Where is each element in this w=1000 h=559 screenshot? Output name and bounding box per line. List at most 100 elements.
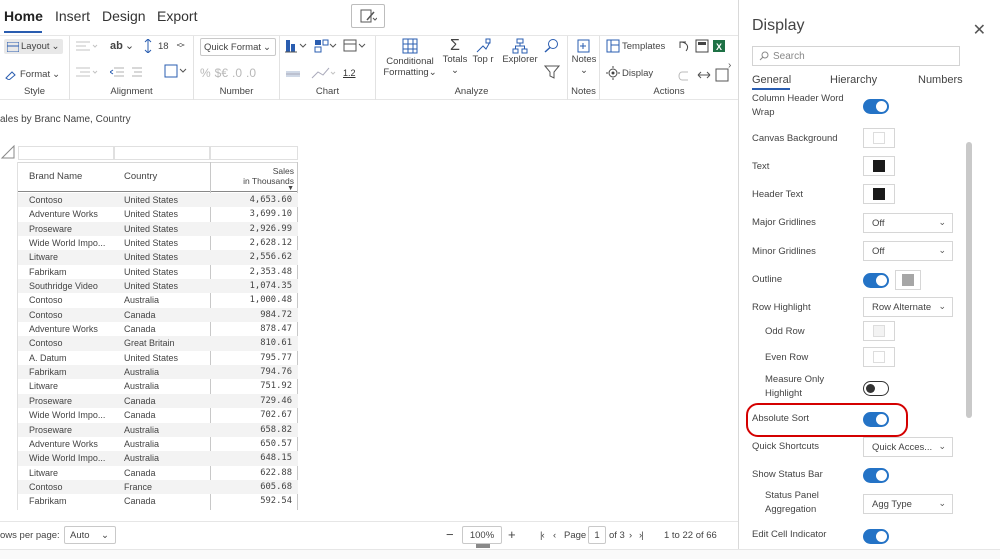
bottom-strip bbox=[0, 549, 1000, 559]
align-vertical-button[interactable] bbox=[76, 66, 98, 78]
dropdown-quick-shortcuts[interactable]: Quick Acces... ⌄ bbox=[863, 437, 953, 457]
explorer-button[interactable]: Explorer bbox=[502, 38, 538, 65]
last-page-icon[interactable]: ›| bbox=[639, 530, 644, 541]
table-row[interactable]: Wide World Impo... Australia 648.15 bbox=[18, 451, 298, 466]
top-n-button[interactable]: Top r bbox=[472, 38, 494, 65]
swatch-text[interactable] bbox=[863, 156, 895, 176]
table-row[interactable]: Contoso Australia 1,000.48 bbox=[18, 293, 298, 307]
dropdown-minor-grid[interactable]: Off ⌄ bbox=[863, 241, 953, 261]
paint-brush-icon bbox=[5, 71, 16, 80]
text-wrap-button[interactable]: ab ⌄ bbox=[110, 39, 134, 53]
conditional-formatting-button[interactable]: Conditional Formatting⌄ bbox=[382, 38, 438, 78]
table-row[interactable]: Proseware Australia 658.82 bbox=[18, 422, 298, 437]
undo-icon[interactable]: X bbox=[676, 39, 734, 53]
tab-home[interactable]: Home bbox=[4, 8, 43, 24]
page-input[interactable]: 1 bbox=[588, 526, 606, 544]
tab-design[interactable]: Design bbox=[102, 8, 146, 24]
table-row[interactable]: Litware United States 2,556.62 bbox=[18, 250, 298, 265]
dropdown-row-highlight[interactable]: Row Alternate ⌄ bbox=[863, 297, 953, 317]
tab-hierarchy[interactable]: Hierarchy bbox=[830, 74, 877, 86]
dropdown-status-panel-agg[interactable]: Agg Type ⌄ bbox=[863, 494, 953, 514]
ribbon-scroll-right-icon[interactable]: › bbox=[728, 60, 731, 71]
tab-insert[interactable]: Insert bbox=[55, 8, 90, 24]
dropdown-major-grid[interactable]: Off ⌄ bbox=[863, 213, 953, 233]
font-size-stepper[interactable]: 18 ︿ ﹀ bbox=[144, 39, 185, 53]
number-format-buttons[interactable]: % $€ .0 .0 bbox=[200, 66, 256, 80]
table-row[interactable]: Proseware Canada 729.46 bbox=[18, 393, 298, 409]
zoom-input[interactable]: 100% bbox=[462, 526, 502, 544]
panel-scrollbar[interactable] bbox=[966, 142, 972, 418]
table-row[interactable]: Litware Canada 622.88 bbox=[18, 466, 298, 480]
table-row[interactable]: Wide World Impo... United States 2,628.12 bbox=[18, 236, 298, 250]
border-button[interactable] bbox=[164, 64, 188, 78]
search-analyze-button[interactable] bbox=[544, 38, 560, 57]
cell-country: United States bbox=[124, 209, 179, 220]
next-page-icon[interactable]: › bbox=[629, 530, 632, 541]
panel-search-input[interactable]: Search bbox=[752, 46, 960, 66]
layout-button[interactable]: Layout ⌄ bbox=[4, 39, 63, 54]
table-row[interactable]: Fabrikam Australia 794.76 bbox=[18, 365, 298, 380]
templates-button[interactable]: Templates bbox=[606, 39, 665, 53]
top-n-icon bbox=[476, 38, 491, 53]
totals-button[interactable]: Σ Totals ⌄ bbox=[442, 38, 468, 77]
table-row[interactable]: Adventure Works United States 3,699.10 bbox=[18, 207, 298, 221]
close-icon[interactable]: ✕ bbox=[973, 20, 986, 40]
zoom-slider-handle[interactable] bbox=[476, 544, 490, 548]
swatch-canvas-bg[interactable] bbox=[863, 128, 895, 148]
table-row[interactable]: A. Datum United States 795.77 bbox=[18, 351, 298, 365]
indent-buttons[interactable] bbox=[110, 66, 146, 78]
toggle-edit-cell[interactable] bbox=[863, 529, 889, 544]
first-page-icon[interactable]: |‹ bbox=[540, 530, 545, 541]
toggle-outline[interactable] bbox=[863, 273, 889, 288]
table-row[interactable]: Adventure Works Canada 878.47 bbox=[18, 322, 298, 336]
table-row[interactable]: Adventure Works Australia 650.57 bbox=[18, 437, 298, 451]
select-all-corner-icon[interactable] bbox=[0, 144, 18, 160]
table-row[interactable]: Contoso France 605.68 bbox=[18, 479, 298, 495]
rows-per-page-dropdown[interactable]: Auto ⌄ bbox=[64, 526, 116, 544]
chart-type-buttons[interactable] bbox=[285, 38, 367, 54]
group-actions: Templates Display X Actions bbox=[600, 36, 738, 100]
cell-brand-name: Contoso bbox=[29, 338, 63, 349]
tab-general[interactable]: General bbox=[752, 74, 791, 86]
cell-country: Australia bbox=[124, 367, 160, 378]
quick-format-dropdown[interactable]: Quick Format ⌄ bbox=[200, 38, 276, 56]
notes-button[interactable]: Notes ⌄ bbox=[570, 38, 598, 76]
table-row[interactable]: Proseware United States 2,926.99 bbox=[18, 221, 298, 237]
table-row[interactable]: Fabrikam United States 2,353.48 bbox=[18, 265, 298, 279]
templates-icon bbox=[606, 39, 620, 53]
column-selector-2[interactable] bbox=[114, 146, 210, 160]
chart-sub-buttons[interactable]: 1.2 bbox=[285, 66, 356, 80]
format-button[interactable]: Format ⌄ bbox=[4, 68, 60, 80]
table-row[interactable]: Fabrikam Canada 592.54 bbox=[18, 494, 298, 508]
edit-report-icon bbox=[360, 9, 377, 23]
zoom-out-button[interactable]: − bbox=[446, 527, 454, 542]
table-row[interactable]: Contoso Great Britain 810.61 bbox=[18, 336, 298, 351]
column-selector-3[interactable] bbox=[210, 146, 298, 160]
edit-mode-button[interactable] bbox=[351, 4, 385, 28]
swatch-even-row[interactable] bbox=[863, 347, 895, 367]
tab-numbers[interactable]: Numbers bbox=[918, 74, 963, 86]
display-button[interactable]: Display bbox=[606, 66, 653, 80]
redo-icon[interactable] bbox=[676, 68, 734, 82]
filter-button[interactable] bbox=[543, 64, 561, 83]
toggle-col-header-wrap[interactable] bbox=[863, 99, 889, 114]
toggle-show-status-bar[interactable] bbox=[863, 468, 889, 483]
header-sales[interactable]: Sales in Thousands ▼ bbox=[214, 166, 294, 196]
zoom-value: 100% bbox=[469, 529, 495, 541]
table-row[interactable]: Contoso United States 4,653.60 bbox=[18, 193, 298, 208]
align-left-button[interactable] bbox=[76, 40, 98, 52]
table-row[interactable]: Southridge Video United States 1,074.35 bbox=[18, 279, 298, 294]
cell-brand-name: Proseware bbox=[29, 223, 73, 234]
table-row[interactable]: Contoso Canada 984.72 bbox=[18, 307, 298, 323]
swatch-header-text[interactable] bbox=[863, 184, 895, 204]
prev-page-icon[interactable]: ‹ bbox=[553, 530, 556, 541]
swatch-odd-row[interactable] bbox=[863, 321, 895, 341]
group-label-chart: Chart bbox=[315, 86, 340, 97]
table-row[interactable]: Litware Australia 751.92 bbox=[18, 379, 298, 393]
tab-export[interactable]: Export bbox=[157, 8, 197, 24]
swatch-outline[interactable] bbox=[895, 270, 921, 290]
zoom-in-button[interactable]: + bbox=[508, 527, 516, 542]
toggle-measure-only[interactable] bbox=[863, 381, 889, 396]
table-row[interactable]: Wide World Impo... Canada 702.67 bbox=[18, 408, 298, 422]
column-selector-1[interactable] bbox=[18, 146, 114, 160]
